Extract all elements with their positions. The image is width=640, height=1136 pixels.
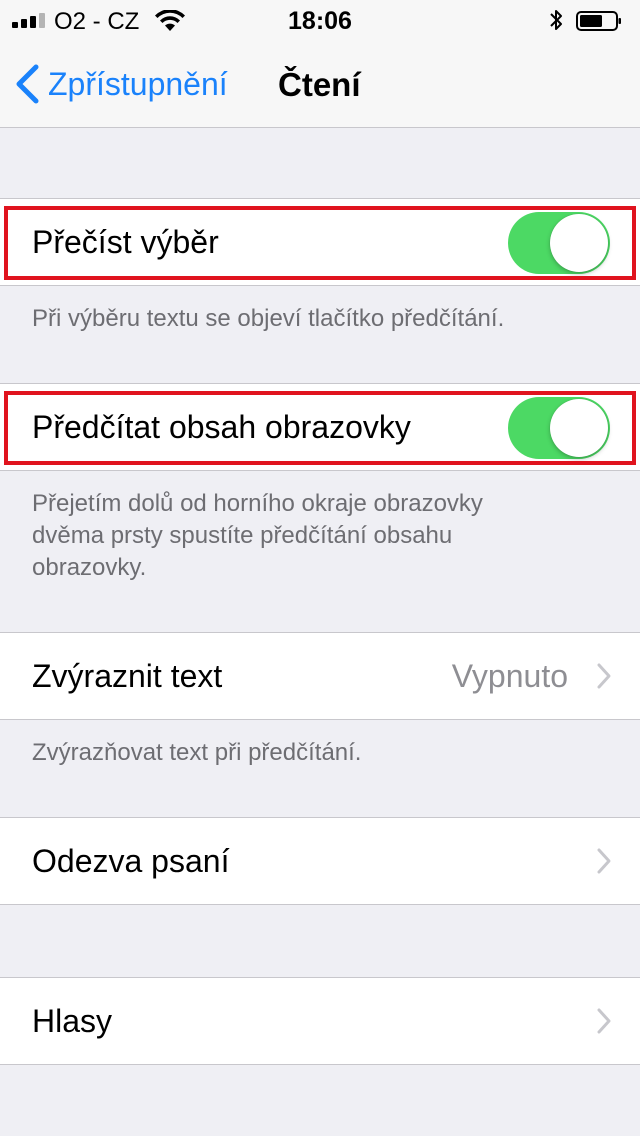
- speak-screen-toggle[interactable]: [508, 397, 610, 459]
- chevron-right-icon: [597, 848, 611, 874]
- speak-screen-footer-line: obrazovky.: [32, 554, 147, 581]
- chevron-right-icon: [597, 1008, 611, 1034]
- speak-selection-footer: Při výběru textu se objeví tlačítko před…: [32, 305, 505, 332]
- speak-screen-cell: Předčítat obsah obrazovky: [0, 383, 640, 471]
- speak-screen-label: Předčítat obsah obrazovky: [32, 408, 411, 445]
- speak-selection-toggle[interactable]: [508, 212, 610, 274]
- page-title: Čtení: [278, 66, 361, 103]
- toggle-knob: [550, 399, 608, 457]
- speak-selection-label: Přečíst výběr: [32, 223, 219, 260]
- status-bar: O2 - CZ 18:06: [0, 0, 640, 40]
- clock: 18:06: [288, 7, 352, 35]
- chevron-right-icon: [597, 663, 611, 689]
- typing-feedback-label: Odezva psaní: [32, 842, 230, 879]
- speak-screen-footer: Přejetím dolů od horního okraje obrazovk…: [32, 488, 592, 584]
- highlight-content-footer: Zvýrazňovat text při předčítání.: [32, 739, 362, 766]
- battery-icon: [576, 11, 621, 31]
- highlight-content-cell[interactable]: Zvýraznit text Vypnuto: [0, 632, 640, 720]
- toggle-knob: [550, 214, 608, 272]
- typing-feedback-cell[interactable]: Odezva psaní: [0, 817, 640, 905]
- back-button-label: Zpřístupnění: [48, 65, 228, 102]
- navigation-bar: Zpřístupnění Čtení: [0, 40, 640, 128]
- bluetooth-icon: [550, 10, 562, 30]
- highlight-content-value: Vypnuto: [451, 657, 568, 694]
- speak-screen-footer-line: dvěma prsty spustíte předčítání obsahu: [32, 522, 453, 549]
- voices-cell[interactable]: Hlasy: [0, 977, 640, 1065]
- chevron-left-icon: [16, 64, 39, 104]
- highlight-content-label: Zvýraznit text: [32, 657, 223, 694]
- voices-label: Hlasy: [32, 1002, 113, 1039]
- speak-screen-footer-line: Přejetím dolů od horního okraje obrazovk…: [32, 490, 483, 517]
- speak-selection-cell: Přečíst výběr: [0, 198, 640, 286]
- back-button[interactable]: Zpřístupnění: [14, 60, 228, 108]
